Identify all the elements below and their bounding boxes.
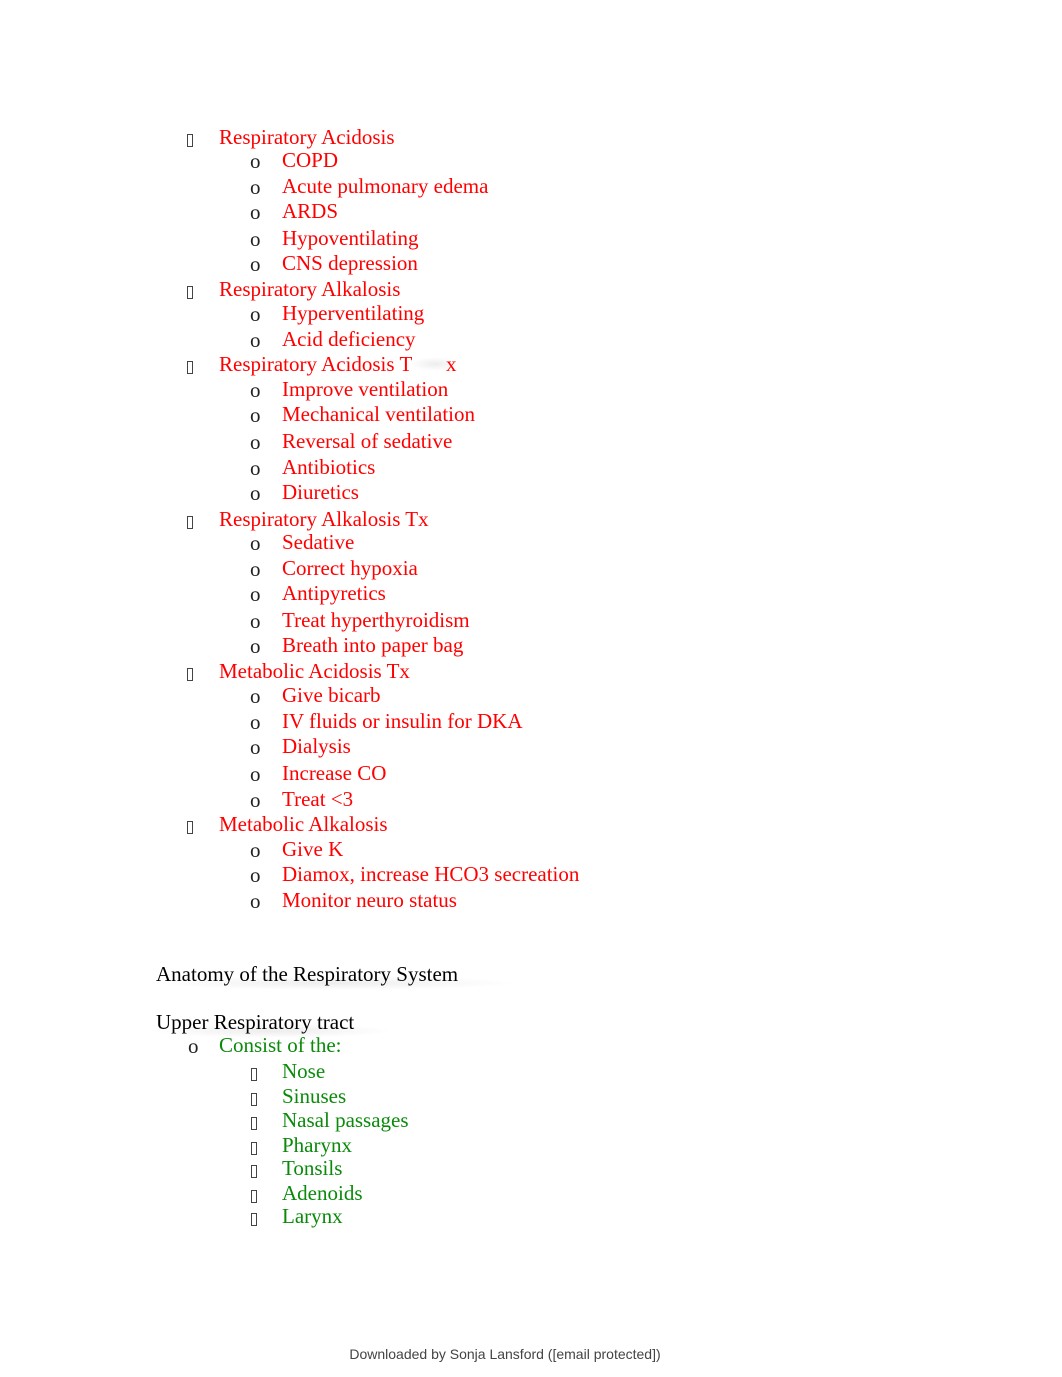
list-item: Diamox, increase HCO3 secreation	[282, 862, 580, 886]
section-heading: Respiratory Alkalosis Tx	[219, 507, 429, 531]
list-item: Treat hyperthyroidism	[282, 608, 470, 632]
list-item: Tonsils	[282, 1156, 343, 1180]
list-item: Improve ventilation	[282, 377, 449, 401]
list-item: Reversal of sedative	[282, 429, 453, 453]
square-bullet-icon	[251, 1205, 257, 1229]
list-item: ARDS	[282, 199, 339, 223]
list-item: Dialysis	[282, 734, 351, 758]
section-heading: Metabolic Alkalosis	[219, 812, 388, 836]
list-item: Acid deficiency	[282, 327, 416, 351]
section-heading: Metabolic Acidosis Tx	[219, 659, 410, 683]
circle-bullet-icon: o	[250, 735, 261, 759]
list-item: Acute pulmonary edema	[282, 174, 489, 198]
square-bullet-icon	[187, 126, 193, 150]
list-item: Hyperventilating	[282, 301, 425, 325]
circle-bullet-icon: o	[250, 762, 261, 786]
circle-bullet-icon: o	[250, 710, 261, 734]
circle-bullet-icon: o	[188, 1034, 199, 1058]
download-footer: Downloaded by Sonja Lansford ([email pro…	[349, 1346, 661, 1362]
square-bullet-icon	[187, 813, 193, 837]
circle-bullet-icon: o	[250, 456, 261, 480]
square-bullet-icon	[251, 1109, 257, 1133]
list-item: Antibiotics	[282, 455, 376, 479]
square-bullet-icon	[251, 1182, 257, 1206]
list-item: Diuretics	[282, 480, 359, 504]
circle-bullet-icon: o	[250, 557, 261, 581]
circle-bullet-icon: o	[250, 684, 261, 708]
square-bullet-icon	[187, 508, 193, 532]
list-item: Increase CO	[282, 761, 387, 785]
circle-bullet-icon: o	[250, 302, 261, 326]
circle-bullet-icon: o	[250, 838, 261, 862]
circle-bullet-icon: o	[250, 328, 261, 352]
circle-bullet-icon: o	[250, 788, 261, 812]
list-item: Nasal passages	[282, 1108, 409, 1132]
list-item: IV fluids or insulin for DKA	[282, 709, 523, 733]
list-item: Monitor neuro status	[282, 888, 457, 912]
list-item: Sinuses	[282, 1084, 347, 1108]
square-bullet-icon	[187, 660, 193, 684]
list-item: Give bicarb	[282, 683, 381, 707]
section-heading: Respiratory Alkalosis	[219, 277, 401, 301]
circle-bullet-icon: o	[250, 531, 261, 555]
list-item: Mechanical ventilation	[282, 402, 476, 426]
circle-bullet-icon: o	[250, 481, 261, 505]
anatomy-heading: Anatomy of the Respiratory System	[156, 962, 459, 986]
list-item: Treat <3	[282, 787, 354, 811]
list-item: Larynx	[282, 1204, 343, 1228]
square-bullet-icon	[251, 1085, 257, 1109]
square-bullet-icon	[251, 1157, 257, 1181]
list-item: Pharynx	[282, 1133, 352, 1157]
section-heading: Respiratory Acidosis	[219, 125, 395, 149]
list-item: Breath into paper bag	[282, 633, 464, 657]
square-bullet-icon	[251, 1134, 257, 1158]
upper-tract-subheading: Consist of the:	[219, 1033, 342, 1057]
circle-bullet-icon: o	[250, 200, 261, 224]
section-heading-prefix: Respiratory Acidosis T	[219, 352, 413, 376]
circle-bullet-icon: o	[250, 378, 261, 402]
circle-bullet-icon: o	[250, 889, 261, 913]
list-item: Correct hypoxia	[282, 556, 418, 580]
circle-bullet-icon: o	[250, 609, 261, 633]
circle-bullet-icon: o	[250, 634, 261, 658]
circle-bullet-icon: o	[250, 403, 261, 427]
circle-bullet-icon: o	[250, 582, 261, 606]
list-item: CNS depression	[282, 251, 418, 275]
list-item: Give K	[282, 837, 344, 861]
circle-bullet-icon: o	[250, 863, 261, 887]
square-bullet-icon	[251, 1060, 257, 1084]
list-item: Adenoids	[282, 1181, 363, 1205]
list-item: Hypoventilating	[282, 226, 419, 250]
circle-bullet-icon: o	[250, 430, 261, 454]
square-bullet-icon	[187, 278, 193, 302]
list-item: Sedative	[282, 530, 355, 554]
list-item: Antipyretics	[282, 581, 386, 605]
circle-bullet-icon: o	[250, 252, 261, 276]
section-heading-suffix: x	[446, 352, 457, 376]
square-bullet-icon	[187, 353, 193, 377]
circle-bullet-icon: o	[250, 175, 261, 199]
list-item: Nose	[282, 1059, 326, 1083]
upper-tract-heading: Upper Respiratory tract	[156, 1010, 355, 1034]
list-item: COPD	[282, 148, 339, 172]
circle-bullet-icon: o	[250, 227, 261, 251]
circle-bullet-icon: o	[250, 149, 261, 173]
